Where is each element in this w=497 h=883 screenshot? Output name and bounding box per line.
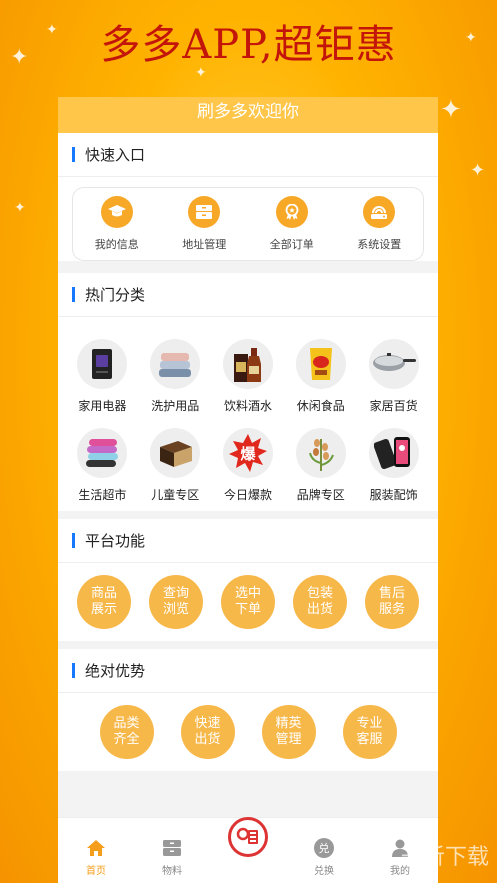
section-title: 平台功能 [85,532,146,550]
advantage-button[interactable]: 品类齐全 [99,705,154,759]
advantage-button[interactable]: 快速出货 [180,705,235,759]
platform-button[interactable]: 查询浏览 [149,575,203,629]
category-label: 休闲食品 [296,399,345,413]
snack-image [295,339,346,389]
plant-image [295,428,346,478]
box-image [150,428,201,478]
burst-badge-image: 爆 [222,428,273,478]
yoga-mat-image [77,428,128,478]
advantage-button[interactable]: 专业客服 [342,705,397,759]
tab-materials[interactable]: 物料 [142,838,202,877]
platform-button[interactable]: 售后服务 [365,575,419,629]
tab-label: 物料 [162,866,182,877]
quick-item-my-info[interactable]: 我的信息 [82,196,152,252]
category-item[interactable]: 家居百货 [357,339,430,414]
folder-icon [188,196,221,228]
settings-icon [363,196,396,228]
category-label: 儿童专区 [151,488,200,502]
category-item[interactable]: 儿童专区 [139,428,212,503]
quick-item-label: 全部订单 [269,238,314,251]
bottom-tab-bar: 首页 物料 兑 兑换 我的 [58,817,438,883]
section-accent-bar [72,533,75,548]
category-item[interactable]: 服装配饰 [357,428,430,503]
category-label: 服装配饰 [369,488,418,502]
sparkle-icon: ✦ [470,160,486,181]
category-item[interactable]: 生活超市 [66,428,139,503]
category-grid: 家用电器 洗护用品 饮料酒水 休闲食品 家居百货 生活超市 儿童专区 爆 今日爆… [58,317,438,511]
quick-item-label: 系统设置 [357,238,402,251]
home-icon [86,838,106,858]
graduation-cap-icon [100,196,133,228]
category-label: 洗护用品 [151,399,200,413]
tab-exchange[interactable]: 兑 兑换 [294,838,354,877]
banner-title: 多多APP,超钜惠 [100,22,397,68]
category-item[interactable]: 饮料酒水 [212,339,285,414]
towel-image [150,339,201,389]
quick-item-label: 我的信息 [94,238,139,251]
category-label: 家用电器 [78,399,127,413]
welcome-banner: 刷多多欢迎你 [58,97,438,133]
section-title: 绝对优势 [85,662,146,680]
tab-label: 首页 [86,866,106,877]
category-item[interactable]: 休闲食品 [284,339,357,414]
main-card: 刷多多欢迎你 快速入口 我的信息 地址管理 全部订单 系统设置 热门分类 家用电… [58,97,438,883]
sparkle-icon: ✦ [14,200,26,216]
tab-center[interactable] [218,817,278,877]
burst-text: 爆 [240,444,256,463]
watermark-text: 一听下载 [400,845,489,870]
platform-button[interactable]: 商品展示 [77,575,131,629]
category-label: 今日爆款 [223,488,272,502]
section-header: 热门分类 [58,273,438,317]
platform-circle-row: 商品展示 查询浏览 选中下单 包装出货 售后服务 [58,563,438,641]
section-accent-bar [72,147,75,162]
medal-icon [275,196,308,228]
quick-item-all-orders[interactable]: 全部订单 [257,196,327,252]
hot-categories-section: 热门分类 家用电器 洗护用品 饮料酒水 休闲食品 家居百货 生活超市 儿童专区 … [58,273,438,511]
category-item[interactable]: 品牌专区 [284,428,357,503]
category-item[interactable]: 家用电器 [66,339,139,414]
box-icon [162,838,182,858]
category-label: 生活超市 [78,488,127,502]
platform-section: 平台功能 商品展示 查询浏览 选中下单 包装出货 售后服务 [58,519,438,641]
exchange-glyph: 兑 [318,842,330,855]
platform-button[interactable]: 选中下单 [221,575,275,629]
section-header: 平台功能 [58,519,438,563]
category-item[interactable]: 洗护用品 [139,339,212,414]
section-accent-bar [72,287,75,302]
wok-image [368,339,419,389]
phone-image [368,428,419,478]
category-label: 饮料酒水 [223,399,272,413]
category-label: 家居百货 [369,399,418,413]
advantage-circle-row: 品类齐全 快速出货 精英管理 专业客服 [58,693,438,771]
section-title: 快速入口 [85,146,146,164]
category-item[interactable]: 爆 今日爆款 [212,428,285,503]
quick-item-settings[interactable]: 系统设置 [344,196,414,252]
section-header: 绝对优势 [58,649,438,693]
quick-item-label: 地址管理 [182,238,227,251]
appliance-image [77,339,128,389]
advantage-button[interactable]: 精英管理 [261,705,316,759]
platform-button[interactable]: 包装出货 [293,575,347,629]
quick-entry-box: 我的信息 地址管理 全部订单 系统设置 [72,187,424,261]
quick-item-address[interactable]: 地址管理 [169,196,239,252]
exchange-icon: 兑 [314,838,334,858]
advantage-section: 绝对优势 品类齐全 快速出货 精英管理 专业客服 [58,649,438,771]
center-logo-icon [228,817,268,857]
category-label: 品牌专区 [296,488,345,502]
tab-label: 兑换 [314,866,334,877]
quick-entry-section: 快速入口 我的信息 地址管理 全部订单 系统设置 [58,133,438,261]
sparkle-icon: ✦ [440,95,462,125]
section-title: 热门分类 [85,286,146,304]
section-header: 快速入口 [58,133,438,177]
tab-home[interactable]: 首页 [66,838,126,877]
section-accent-bar [72,663,75,678]
liquor-image [222,339,273,389]
